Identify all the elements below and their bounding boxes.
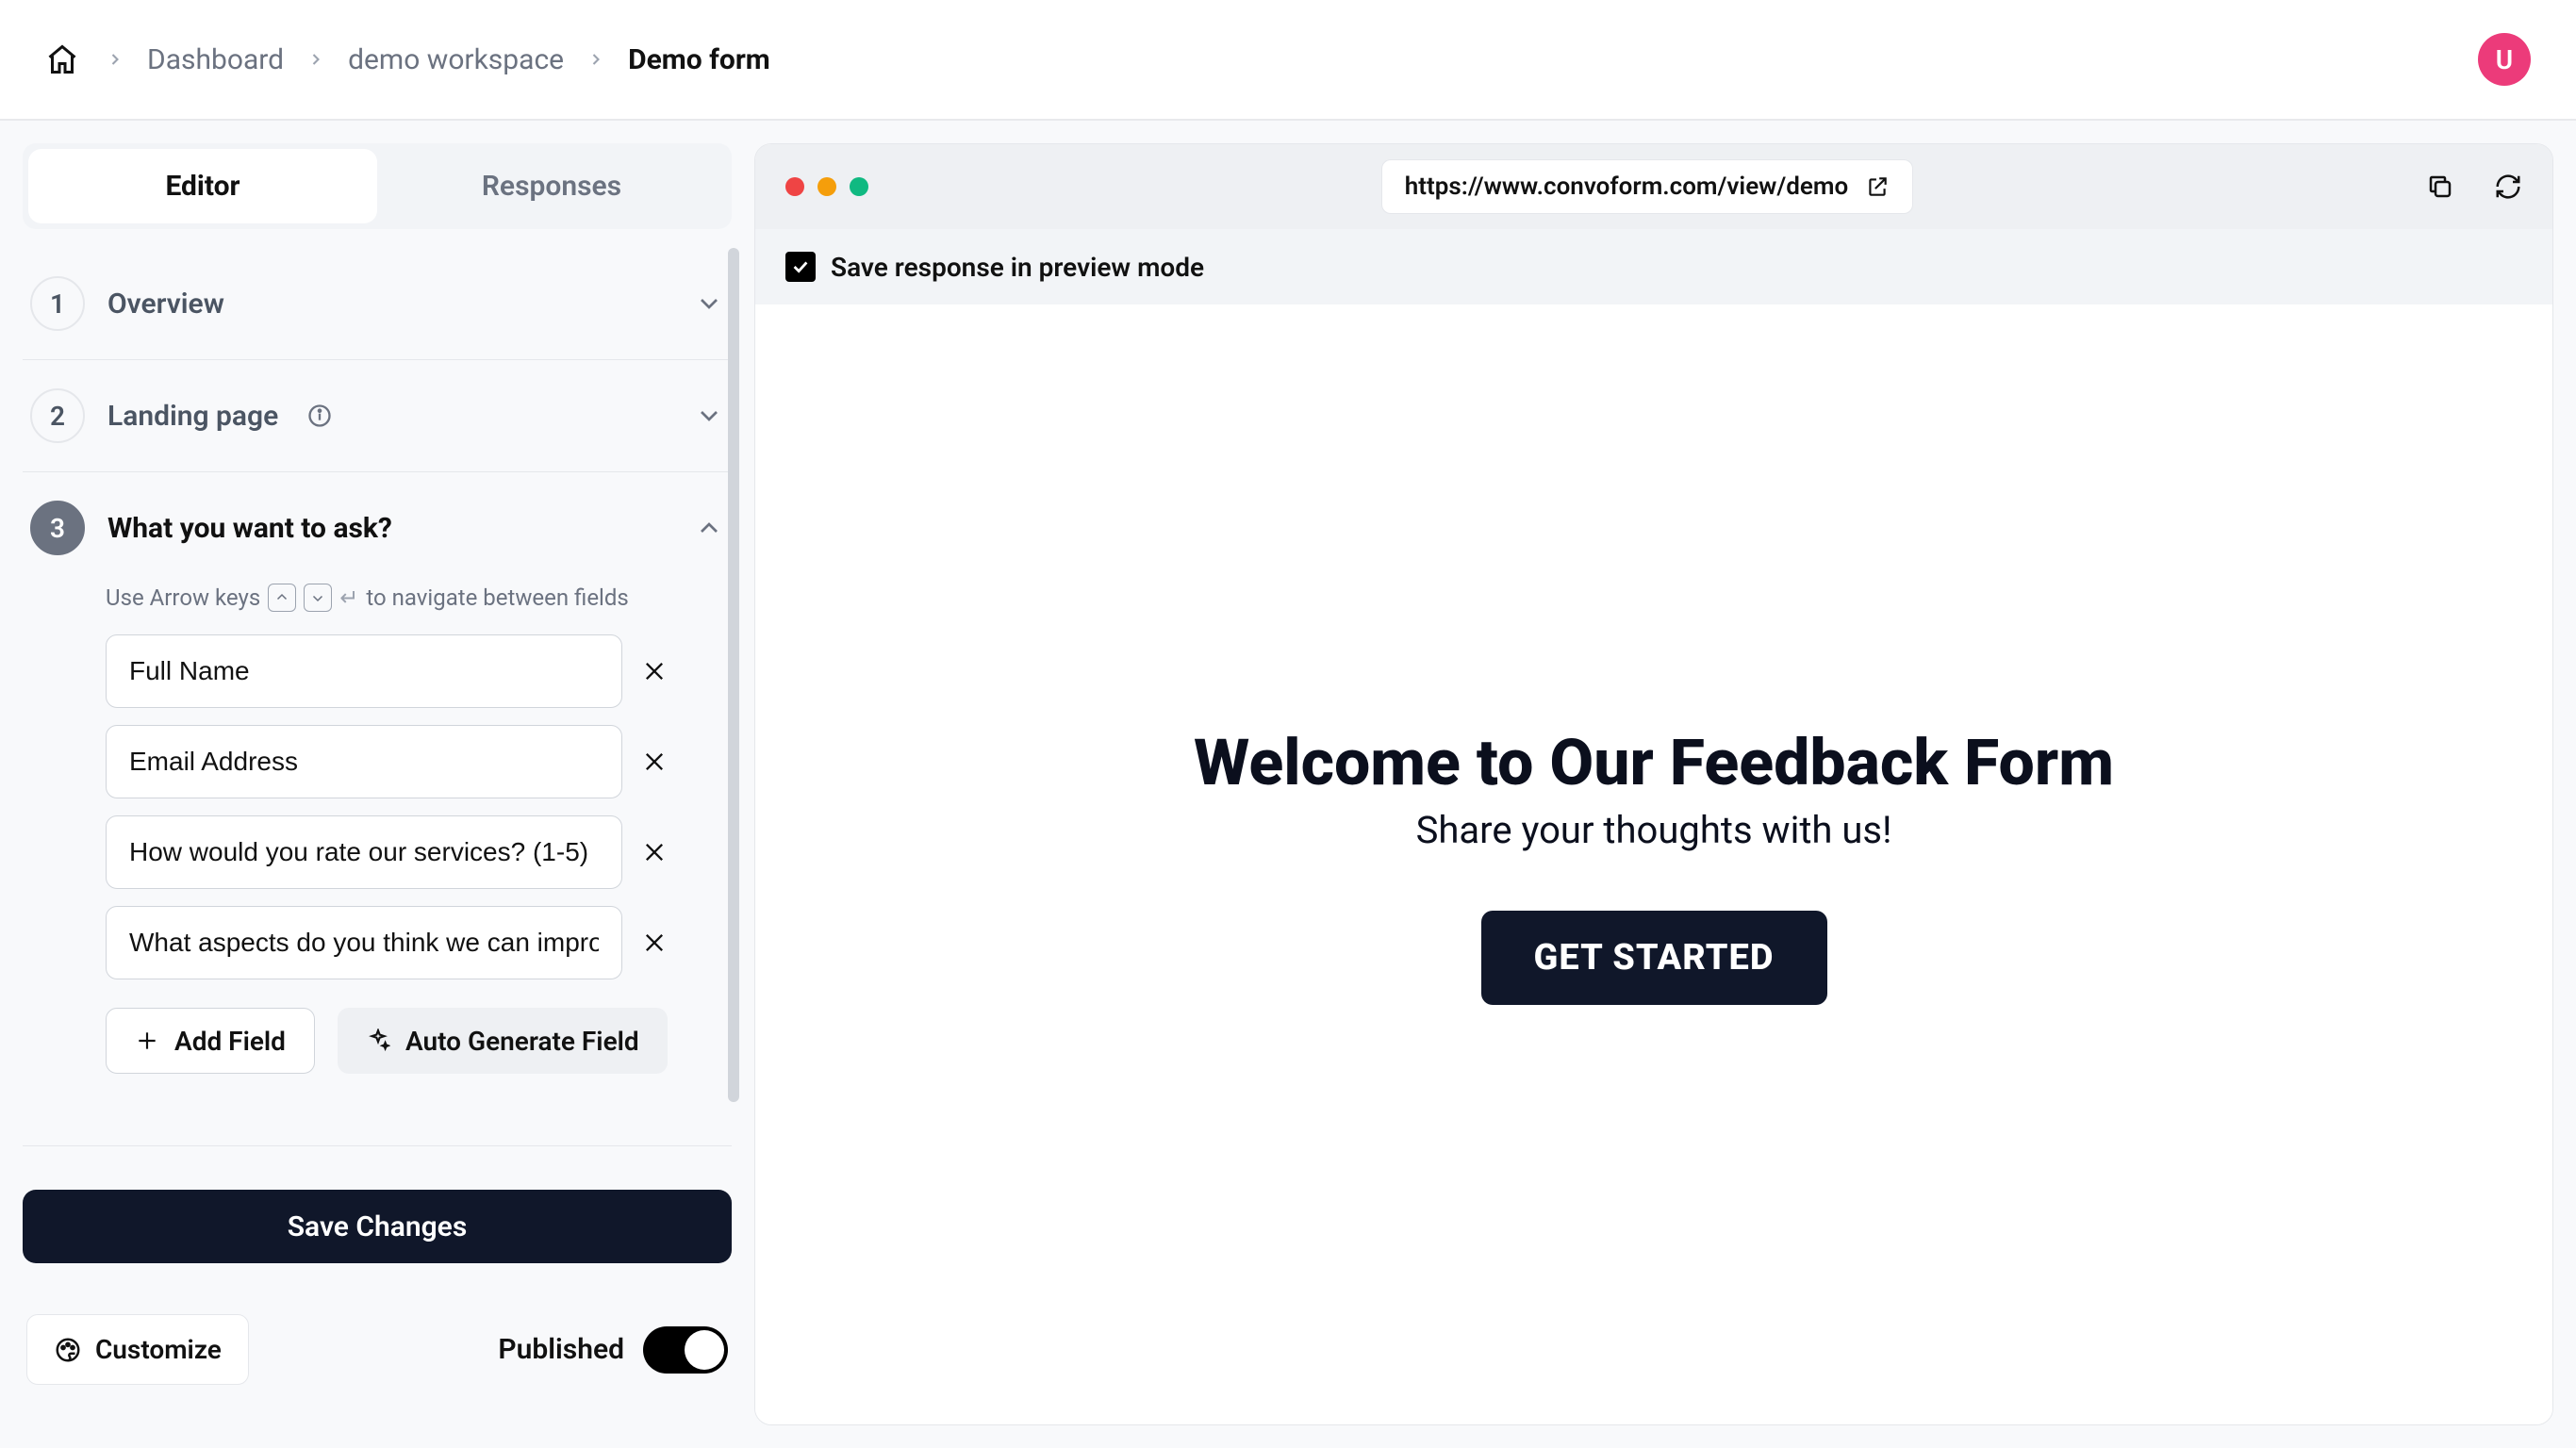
breadcrumb-current: Demo form [628, 43, 770, 76]
field-input[interactable] [106, 634, 622, 708]
save-response-label: Save response in preview mode [831, 252, 1204, 283]
arrow-up-icon [268, 584, 296, 612]
breadcrumb-dashboard[interactable]: Dashboard [147, 43, 284, 76]
sparkles-icon [366, 1028, 390, 1053]
auto-generate-button[interactable]: Auto Generate Field [338, 1008, 668, 1074]
save-changes-button[interactable]: Save Changes [23, 1190, 732, 1263]
preview-url[interactable]: https://www.convoform.com/view/demo [1381, 159, 1913, 214]
customize-button[interactable]: Customize [26, 1314, 249, 1385]
close-icon[interactable] [641, 839, 668, 865]
maximize-window-icon [850, 177, 868, 196]
chevron-right-icon [106, 50, 124, 69]
info-icon[interactable] [306, 403, 333, 429]
step-number: 2 [30, 388, 85, 443]
field-input[interactable] [106, 725, 622, 798]
home-icon[interactable] [45, 42, 79, 76]
sidebar-tabs: Editor Responses [23, 143, 732, 229]
step-ask[interactable]: 3 What you want to ask? Use Arrow keys ↵… [23, 472, 732, 1102]
step-title: Overview [107, 288, 224, 321]
keyboard-hint: Use Arrow keys ↵ to navigate between fie… [106, 584, 724, 612]
palette-icon [54, 1336, 82, 1364]
published-label: Published [498, 1333, 624, 1366]
chevron-right-icon [586, 50, 605, 69]
chevron-up-icon [694, 513, 724, 543]
field-list [106, 634, 724, 979]
field-input[interactable] [106, 815, 622, 889]
field-row [106, 815, 724, 889]
field-row [106, 634, 724, 708]
step-landing-page[interactable]: 2 Landing page [23, 360, 732, 472]
breadcrumb: Dashboard demo workspace Demo form [106, 43, 770, 76]
step-overview[interactable]: 1 Overview [23, 248, 732, 360]
step-title: Landing page [107, 400, 278, 433]
published-toggle[interactable] [643, 1326, 728, 1374]
sidebar-scrollbar[interactable] [728, 248, 739, 1102]
arrow-down-icon [304, 584, 332, 612]
plus-icon [135, 1028, 159, 1053]
breadcrumb-workspace[interactable]: demo workspace [348, 43, 564, 76]
avatar[interactable]: U [2478, 33, 2531, 86]
chevron-right-icon [306, 50, 325, 69]
chevron-down-icon [694, 401, 724, 431]
save-response-checkbox[interactable] [785, 252, 816, 282]
close-icon[interactable] [641, 930, 668, 956]
preview-toolbar: https://www.convoform.com/view/demo [755, 144, 2552, 229]
add-field-button[interactable]: Add Field [106, 1008, 315, 1074]
close-window-icon [785, 177, 804, 196]
chevron-down-icon [694, 288, 724, 319]
get-started-button[interactable]: GET STARTED [1481, 911, 1827, 1005]
tab-editor[interactable]: Editor [28, 149, 377, 223]
preview-body: Welcome to Our Feedback Form Share your … [755, 304, 2552, 1424]
close-icon[interactable] [641, 749, 668, 775]
close-icon[interactable] [641, 658, 668, 684]
field-row [106, 725, 724, 798]
copy-icon[interactable] [2426, 173, 2454, 201]
field-row [106, 906, 724, 979]
step-number: 1 [30, 276, 85, 331]
form-subtitle: Share your thoughts with us! [1416, 808, 1892, 852]
window-controls [785, 177, 868, 196]
tab-responses[interactable]: Responses [377, 149, 726, 223]
editor-sidebar: Editor Responses 1 Overview 2 Landing pa… [23, 143, 732, 1425]
preview-subbar: Save response in preview mode [755, 229, 2552, 304]
preview-panel: https://www.convoform.com/view/demo Save… [754, 143, 2553, 1425]
refresh-icon[interactable] [2494, 173, 2522, 201]
step-number: 3 [30, 501, 85, 555]
step-title: What you want to ask? [107, 512, 392, 545]
external-link-icon[interactable] [1865, 174, 1890, 199]
minimize-window-icon [817, 177, 836, 196]
app-header: Dashboard demo workspace Demo form U [0, 0, 2576, 121]
form-title: Welcome to Our Feedback Form [1194, 725, 2114, 800]
enter-icon: ↵ [339, 584, 358, 611]
field-input[interactable] [106, 906, 622, 979]
